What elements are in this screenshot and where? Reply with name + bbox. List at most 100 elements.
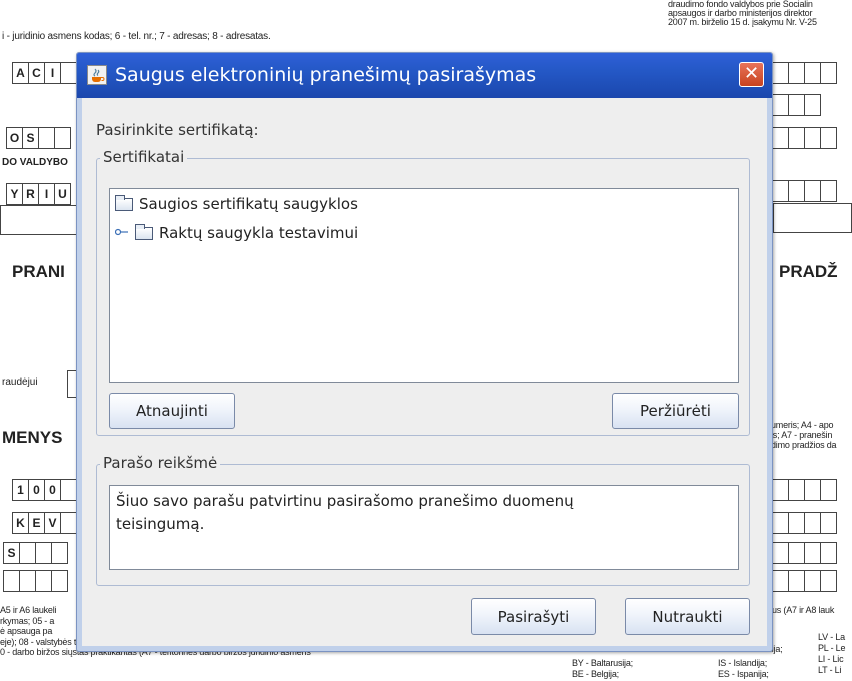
form-cell: O <box>6 127 23 149</box>
bottom-right-legend: us (A7 ir A8 lauk <box>772 605 835 615</box>
folder-icon <box>115 194 133 211</box>
form-cell: V <box>44 512 61 534</box>
form-cell <box>60 512 77 534</box>
form-cell: 1 <box>12 479 29 501</box>
form-cell <box>788 127 805 149</box>
tree-node-test-keystore[interactable]: Raktų saugykla testavimui <box>114 223 359 242</box>
right-note-line: is; A7 - pranešin <box>771 430 833 440</box>
form-cell <box>820 127 837 149</box>
country-line: IS - Islandija; <box>718 658 768 668</box>
form-cell <box>820 479 837 501</box>
form-cell <box>19 570 36 592</box>
certificates-group-title: Sertifikatai <box>100 148 188 166</box>
form-cell: E <box>28 512 45 534</box>
form-cell <box>788 62 805 84</box>
form-cell <box>804 127 821 149</box>
country-list-2: IS - Islandija; ES - Ispanija; <box>718 658 769 680</box>
form-cell <box>804 180 821 202</box>
form-cell <box>804 542 821 564</box>
form-cells-row1: A C I <box>12 62 77 84</box>
form-cell <box>788 542 805 564</box>
form-heading-right: PRADŽ <box>779 262 838 281</box>
form-cell <box>772 542 789 564</box>
signature-text-area[interactable]: Šiuo savo parašu patvirtinu pasirašomo p… <box>109 485 739 570</box>
expand-handle-icon[interactable] <box>114 226 129 240</box>
form-cells-row2: O S <box>6 127 71 149</box>
form-cell <box>772 479 789 501</box>
cancel-button[interactable]: Nutraukti <box>625 598 750 635</box>
form-cells-row5-right <box>772 512 837 534</box>
form-cell: S <box>3 542 20 564</box>
form-heading-left: PRANI <box>12 262 65 281</box>
dialog-content: Pasirinkite sertifikatą: Sertifikatai Sa… <box>82 98 767 646</box>
form-cells-row6: S <box>3 542 68 564</box>
form-cell <box>51 570 68 592</box>
certificates-group: Sertifikatai Saugios sertifikatų saugykl… <box>96 148 750 436</box>
signature-value-group: Parašo reikšmė Šiuo savo parašu patvirti… <box>96 454 750 586</box>
close-button[interactable]: ✕ <box>739 62 764 87</box>
close-icon: ✕ <box>743 63 760 84</box>
form-cell: A <box>12 62 29 84</box>
form-cell <box>35 542 52 564</box>
country-line: BY - Baltarusija; <box>572 658 633 668</box>
form-cells-row7 <box>3 570 68 592</box>
form-cell <box>772 94 789 116</box>
form-cell <box>19 542 36 564</box>
form-cell <box>772 180 789 202</box>
form-cells-row3-right <box>772 180 837 202</box>
form-cell <box>820 62 837 84</box>
tree-node-label: Raktų saugykla testavimui <box>159 224 359 242</box>
tree-node-secure-stores[interactable]: Saugios sertifikatų saugyklos <box>115 194 358 213</box>
form-cell <box>772 570 789 592</box>
form-cell <box>804 512 821 534</box>
form-cell <box>788 570 805 592</box>
country-list-1: BY - Baltarusija; BE - Belgija; <box>572 658 633 680</box>
form-cell <box>820 570 837 592</box>
form-cell <box>820 180 837 202</box>
data-section-heading: MENYS <box>2 428 63 447</box>
form-cell: I <box>38 183 55 205</box>
form-cell <box>804 94 821 116</box>
select-certificate-prompt: Pasirinkite sertifikatą: <box>96 121 259 139</box>
certificate-tree[interactable]: Saugios sertifikatų saugyklos Raktų saug… <box>109 188 739 383</box>
country-line: BE - Belgija; <box>572 669 619 679</box>
form-cells-row7-right <box>772 570 837 592</box>
form-cell <box>804 570 821 592</box>
signing-dialog: Saugus elektroninių pranešimų pasirašyma… <box>76 52 773 652</box>
bottom-right-countries: LV - La PL - Le LI - Lic LT - Li <box>818 632 845 676</box>
right-note-line: umeris; A4 - apo <box>771 420 834 430</box>
form-cell: 0 <box>28 479 45 501</box>
form-cell <box>54 127 71 149</box>
form-cell: U <box>54 183 71 205</box>
form-cells-row4-right <box>772 479 837 501</box>
form-cell: R <box>22 183 39 205</box>
form-cell <box>772 512 789 534</box>
right-note-line: dimo pradžios da <box>771 440 837 450</box>
form-box <box>0 205 80 235</box>
form-cell <box>38 127 55 149</box>
view-button[interactable]: Peržiūrėti <box>612 393 739 429</box>
form-cells-row4: 1 0 0 <box>12 479 77 501</box>
dialog-titlebar[interactable]: Saugus elektroninių pranešimų pasirašyma… <box>77 53 772 98</box>
form-cell: S <box>22 127 39 149</box>
sign-button[interactable]: Pasirašyti <box>471 598 596 635</box>
form-cell: 0 <box>44 479 61 501</box>
right-note: umeris; A4 - apo is; A7 - pranešin dimo … <box>771 420 837 450</box>
form-cell <box>820 542 837 564</box>
decree-line: 2007 m. birželio 15 d. įsakymu Nr. V-25 <box>668 17 817 27</box>
form-cells-row2-right <box>772 127 837 149</box>
form-legend-note: i - juridinio asmens kodas; 6 - tel. nr.… <box>2 31 271 42</box>
country-line: LT - Li <box>818 665 842 675</box>
form-cell <box>51 542 68 564</box>
form-cell <box>60 62 77 84</box>
signature-text-line2: teisingumą. <box>116 515 205 533</box>
country-line: ES - Ispanija; <box>718 669 769 679</box>
dialog-title: Saugus elektroninių pranešimų pasirašyma… <box>115 64 537 86</box>
form-cells-row5: K E V <box>12 512 77 534</box>
refresh-button[interactable]: Atnaujinti <box>109 393 235 429</box>
decree-text: draudimo fondo valdybos prie Socialin ap… <box>668 0 817 27</box>
form-cell: K <box>12 512 29 534</box>
form-cell <box>35 570 52 592</box>
country-line: LI - Lic <box>818 654 844 664</box>
tree-node-label: Saugios sertifikatų saugyklos <box>139 195 358 213</box>
